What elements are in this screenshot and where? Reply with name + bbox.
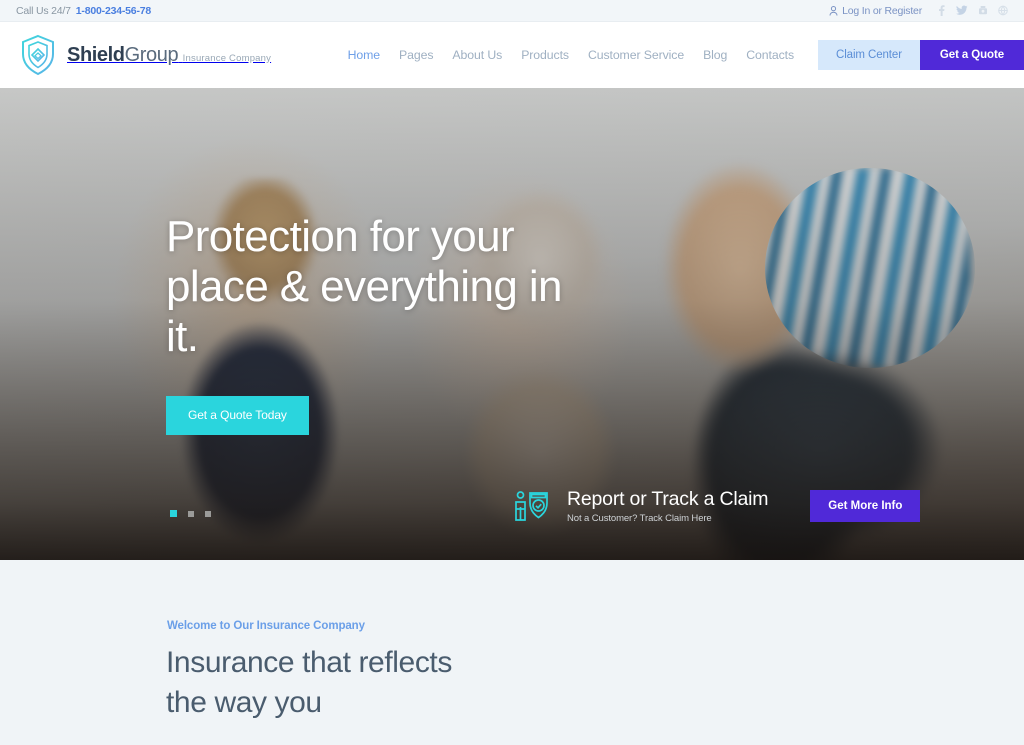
brand-strong: Shield bbox=[67, 43, 125, 66]
youtube-icon[interactable] bbox=[978, 5, 988, 16]
top-bar: Call Us 24/7 1-800-234-56-78 Log In or R… bbox=[0, 0, 1024, 22]
get-more-info-button[interactable]: Get More Info bbox=[810, 490, 921, 522]
claim-shield-person-icon bbox=[512, 485, 554, 527]
welcome-eyebrow: Welcome to Our Insurance Company bbox=[167, 620, 365, 632]
claim-center-button[interactable]: Claim Center bbox=[818, 40, 920, 70]
nav-item-pages[interactable]: Pages bbox=[399, 48, 433, 62]
site-logo[interactable]: ShieldGroup Insurance Company bbox=[18, 33, 271, 77]
slider-dot-2[interactable] bbox=[188, 510, 194, 517]
login-register-link[interactable]: Log In or Register bbox=[829, 5, 922, 17]
claim-banner-title: Report or Track a Claim bbox=[567, 488, 769, 510]
nav-item-blog[interactable]: Blog bbox=[703, 48, 727, 62]
twitter-icon[interactable] bbox=[956, 5, 968, 16]
welcome-heading: Insurance that reflects the way you bbox=[166, 646, 452, 719]
brand-light: Group bbox=[124, 43, 179, 66]
welcome-section: Welcome to Our Insurance Company Insuran… bbox=[0, 560, 1024, 745]
slider-dots bbox=[170, 510, 211, 517]
phone-number-link[interactable]: 1-800-234-56-78 bbox=[76, 5, 151, 17]
header-actions: Claim Center Get a Quote bbox=[818, 40, 1024, 70]
hero-headline: Protection for your place & everything i… bbox=[166, 212, 562, 361]
top-bar-contact: Call Us 24/7 1-800-234-56-78 bbox=[16, 5, 151, 17]
brand-tagline: Insurance Company bbox=[182, 52, 272, 64]
shield-logo-icon bbox=[18, 33, 58, 77]
top-bar-right: Log In or Register bbox=[829, 5, 1008, 17]
nav-item-home[interactable]: Home bbox=[348, 48, 381, 62]
claim-banner-text: Report or Track a Claim Not a Customer? … bbox=[567, 488, 768, 524]
get-a-quote-button[interactable]: Get a Quote bbox=[919, 40, 1024, 70]
hero-cta-button[interactable]: Get a Quote Today bbox=[166, 396, 309, 435]
nav-item-about-us[interactable]: About Us bbox=[452, 48, 502, 62]
google-plus-icon[interactable] bbox=[998, 5, 1008, 16]
claim-banner-subtitle: Not a Customer? Track Claim Here bbox=[567, 513, 712, 524]
facebook-icon[interactable] bbox=[937, 5, 946, 16]
slider-dot-3[interactable] bbox=[205, 510, 211, 517]
nav-item-products[interactable]: Products bbox=[521, 48, 569, 62]
claim-banner: Report or Track a Claim Not a Customer? … bbox=[512, 485, 921, 527]
nav-item-contacts[interactable]: Contacts bbox=[746, 48, 794, 62]
call-us-label: Call Us 24/7 bbox=[16, 4, 71, 17]
user-icon bbox=[829, 5, 838, 16]
login-register-label: Log In or Register bbox=[842, 4, 922, 17]
logo-text: ShieldGroup Insurance Company bbox=[67, 45, 271, 66]
slider-dot-1[interactable] bbox=[170, 510, 177, 517]
hero-slider: Protection for your place & everything i… bbox=[0, 88, 1024, 560]
main-navigation: Home Pages About Us Products Customer Se… bbox=[348, 48, 794, 62]
social-links bbox=[937, 5, 1008, 16]
nav-item-customer-service[interactable]: Customer Service bbox=[588, 48, 684, 62]
site-header: ShieldGroup Insurance Company Home Pages… bbox=[0, 22, 1024, 88]
brand-name: ShieldGroup bbox=[67, 43, 179, 66]
